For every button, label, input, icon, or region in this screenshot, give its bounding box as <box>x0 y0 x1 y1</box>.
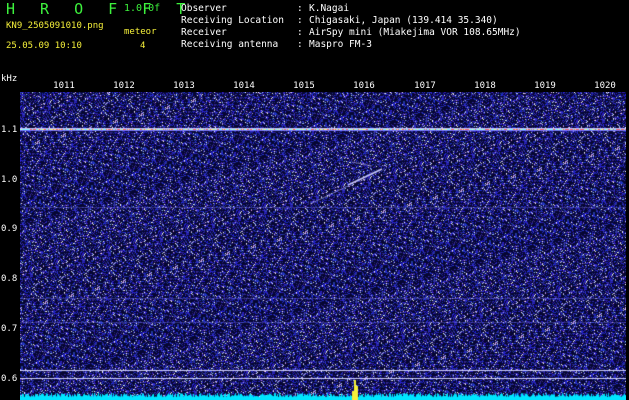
x-tick-label: 1011 <box>53 81 75 91</box>
mode-value: 4 <box>140 41 146 51</box>
y-tick-label: 1.0 <box>1 175 18 185</box>
info-label: Receiver <box>181 27 227 38</box>
x-tick-label: 1014 <box>233 81 255 91</box>
mode-label: meteor <box>124 27 157 37</box>
info-row-location: Receiving Location: Chigasaki, Japan (139… <box>181 15 498 26</box>
y-tick-label: 0.6 <box>1 374 18 384</box>
x-tick-label: 1013 <box>173 81 195 91</box>
y-tick-label: 0.9 <box>1 224 18 234</box>
info-label: Receiving antenna <box>181 39 279 50</box>
info-value: Maspro FM-3 <box>309 39 372 50</box>
x-tick-label: 1016 <box>353 81 375 91</box>
info-label: Receiving Location <box>181 15 284 26</box>
info-row-antenna: Receiving antenna: Maspro FM-3 <box>181 39 372 50</box>
info-value: Chigasaki, Japan (139.414 35.340) <box>309 15 498 26</box>
info-value: K.Nagai <box>309 3 350 14</box>
datetime: 25.05.09 10:10 <box>6 41 82 51</box>
y-axis-unit: kHz <box>1 74 18 84</box>
info-row-observer: Observer: K.Nagai <box>181 3 350 14</box>
file-name: KN9_2505091010.png <box>6 21 104 31</box>
info-value: AirSpy mini (Miakejima VOR 108.65MHz) <box>309 27 521 38</box>
x-tick-label: 1018 <box>474 81 496 91</box>
app-title: H R O F F T <box>6 0 194 18</box>
spectrogram-plot <box>20 92 626 400</box>
info-row-receiver: Receiver: AirSpy mini (Miakejima VOR 108.… <box>181 27 521 38</box>
x-tick-label: 1019 <box>534 81 556 91</box>
x-tick-label: 1017 <box>414 81 436 91</box>
version-label: 1.0.0f <box>124 3 161 14</box>
y-tick-label: 1.1 <box>1 125 18 135</box>
x-tick-label: 1015 <box>293 81 315 91</box>
y-tick-label: 0.8 <box>1 274 18 284</box>
y-tick-label: 0.7 <box>1 324 18 334</box>
x-tick-label: 1020 <box>594 81 616 91</box>
x-tick-label: 1012 <box>113 81 135 91</box>
info-label: Observer <box>181 3 227 14</box>
